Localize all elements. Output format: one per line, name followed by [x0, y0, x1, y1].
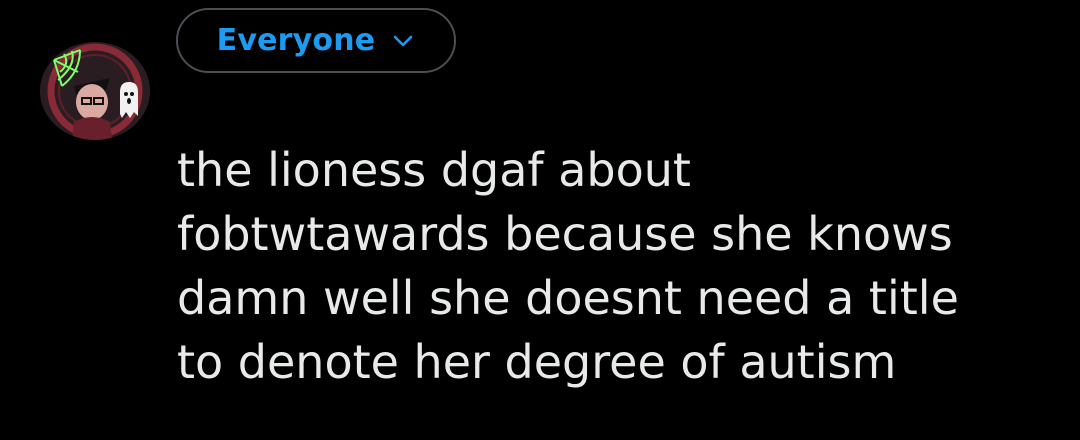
- audience-selector-button[interactable]: Everyone: [176, 8, 456, 73]
- audience-label: Everyone: [216, 23, 376, 58]
- avatar[interactable]: [40, 42, 150, 140]
- chevron-down-icon: [391, 29, 415, 53]
- avatar-image: [40, 42, 150, 140]
- post-text[interactable]: the lioness dgaf about fobtwtawards beca…: [177, 138, 1057, 394]
